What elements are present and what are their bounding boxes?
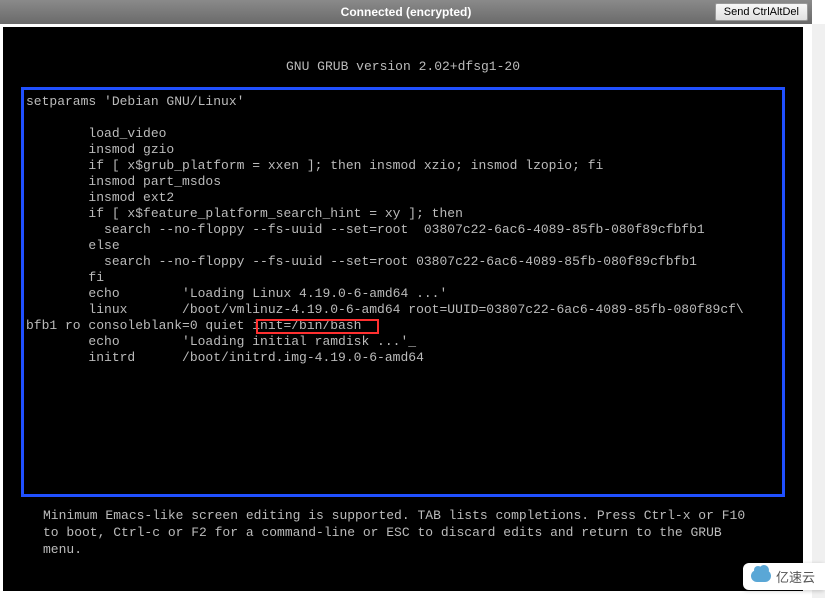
grub-title: GNU GRUB version 2.02+dfsg1-20 xyxy=(3,27,803,87)
watermark-badge: 亿速云 xyxy=(743,563,825,590)
grub-edit-box[interactable]: setparams 'Debian GNU/Linux' load_video … xyxy=(21,87,785,497)
grub-console[interactable]: GNU GRUB version 2.02+dfsg1-20 setparams… xyxy=(3,27,803,591)
connection-status: Connected (encrypted) xyxy=(341,5,472,19)
cloud-icon xyxy=(751,570,771,584)
send-ctrlaltdel-button[interactable]: Send CtrlAltDel xyxy=(715,3,808,21)
grub-code-content[interactable]: setparams 'Debian GNU/Linux' load_video … xyxy=(26,94,780,366)
watermark-text: 亿速云 xyxy=(776,567,815,586)
vertical-scrollbar[interactable] xyxy=(812,24,825,598)
vnc-header: Connected (encrypted) Send CtrlAltDel xyxy=(0,0,812,24)
console-container: GNU GRUB version 2.02+dfsg1-20 setparams… xyxy=(0,24,812,598)
grub-help-text: Minimum Emacs-like screen editing is sup… xyxy=(3,497,803,558)
